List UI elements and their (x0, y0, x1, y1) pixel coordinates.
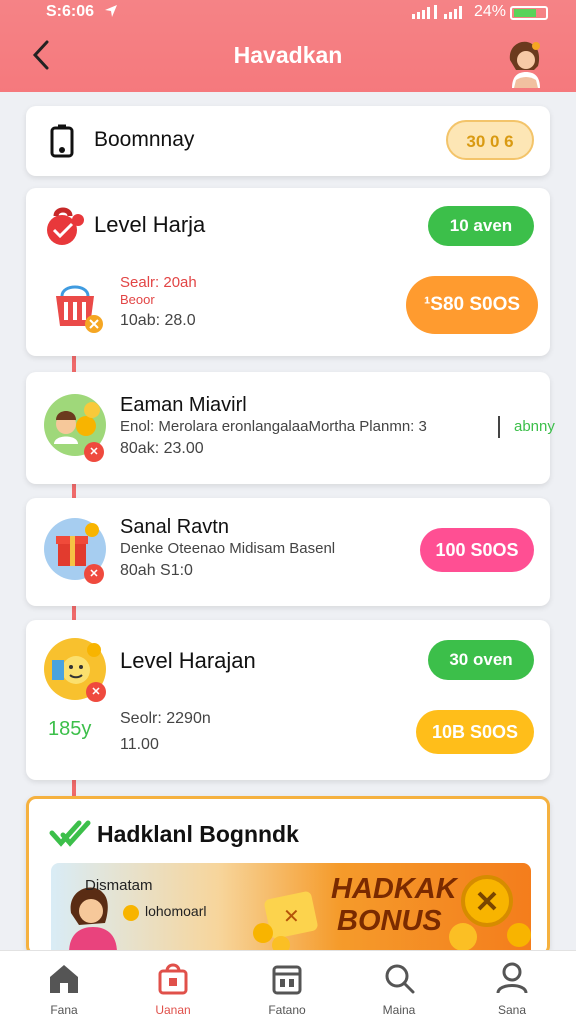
search-icon (385, 964, 415, 994)
task-title: Sanal Ravtn (120, 516, 229, 538)
nav-label: Sana (497, 1003, 527, 1017)
level-side-value: 185y (48, 718, 92, 740)
nav-item-home[interactable]: Fana (24, 961, 104, 1017)
level-title: Level Harja (94, 212, 206, 237)
level-badge: 10 aven (428, 206, 534, 246)
battery-percent: 24% (474, 3, 507, 20)
level-stat-value: 11.00 (120, 736, 159, 753)
task-stat: 80ah S1:0 (120, 562, 193, 579)
avatar[interactable] (504, 36, 548, 88)
bonus-card[interactable]: Hadklanl Bognndk Dismatam lohomoarl ✕ HA… (26, 796, 550, 956)
level-stat-sub: Beoor (120, 292, 155, 307)
level-title: Level Harajan (120, 648, 256, 673)
battery-icon (510, 6, 548, 20)
nav-label: Maina (382, 1003, 416, 1017)
phone-icon (48, 124, 78, 163)
status-time: S:6:06 (46, 3, 95, 20)
gift-icon (158, 963, 188, 995)
level-card[interactable]: ✕ Level Harajan 30 oven 185y Seolr: 2290… (26, 620, 550, 780)
level-stat-value: 10ab: 28.0 (120, 312, 196, 329)
balance-card[interactable]: Boomnnay 30 0 6 (26, 106, 550, 176)
nav-label: Fatano (268, 1003, 306, 1017)
balance-label: Boomnnay (94, 128, 195, 151)
banner-big-text: HADKAK (331, 873, 457, 905)
profile-icon (496, 962, 528, 994)
task-description: Enol: Merolara eronlangalaaMortha Planmn… (120, 418, 427, 435)
bonus-banner[interactable]: Dismatam lohomoarl ✕ HADKAK BONUS (51, 863, 531, 953)
nav-item-calendar[interactable]: Fatano (247, 961, 327, 1017)
nav-item-profile[interactable]: Sana (472, 961, 552, 1017)
task-action-button[interactable]: 100 S0OS (420, 528, 534, 572)
fire-badge-icon: ✕ (86, 682, 106, 702)
calendar-icon (272, 965, 302, 995)
banner-big-text: BONUS (337, 905, 442, 937)
bonus-title: Hadklanl Bognndk (97, 821, 299, 847)
bottom-nav: Fana Uanan Fatano Maina Sana (0, 950, 576, 1024)
fire-badge-icon: ✕ (84, 564, 104, 584)
level-action-button[interactable]: 10B S0OS (416, 710, 534, 754)
task-card[interactable]: ✕ Sanal Ravtn Denke Oteenao Midisam Base… (26, 498, 550, 606)
nav-item-search[interactable]: Maina (359, 961, 439, 1017)
kettlebell-icon (42, 206, 86, 251)
treasure-chest-icon: ✕ (251, 885, 331, 953)
double-check-icon (49, 819, 91, 854)
divider (498, 416, 500, 438)
level-card[interactable]: Level Harja 10 aven Sealr: 20ah Beoor 10… (26, 188, 550, 356)
nav-label: Uanan (155, 1003, 191, 1017)
level-badge: 30 oven (428, 640, 534, 680)
level-stat-label: Seolr: 2290n (120, 710, 211, 727)
nav-label: Fana (50, 1003, 78, 1017)
task-card[interactable]: ✕ Eaman Miavirl Enol: Merolara eronlanga… (26, 372, 555, 484)
task-stat: 80ak: 23.00 (120, 440, 204, 457)
fire-badge-icon: ✕ (84, 442, 104, 462)
banner-small-text: lohomoarl (145, 903, 207, 919)
page-title: Havadkan (233, 42, 343, 68)
location-arrow-icon (104, 4, 118, 23)
level-action-button[interactable]: ¹S80 S0OS (406, 276, 538, 334)
signal-icon (412, 5, 470, 24)
level-stat-red: Sealr: 20ah (120, 274, 197, 291)
task-title: Eaman Miavirl (120, 394, 247, 416)
svg-text:✕: ✕ (283, 904, 300, 928)
status-bar: S:6:06 24% (0, 0, 576, 26)
coin-icon (123, 905, 139, 921)
app-header: S:6:06 24% Havadkan (0, 0, 576, 92)
nav-item-rewards[interactable]: Uanan (133, 961, 213, 1017)
task-description: Denke Oteenao Midisam Basenl (120, 540, 336, 557)
shopping-basket-icon (52, 278, 106, 339)
banner-small-text: Dismatam (85, 877, 153, 894)
home-icon (50, 965, 78, 993)
coins-pile-icon (443, 865, 531, 953)
balance-amount-badge[interactable]: 30 0 6 (446, 120, 534, 160)
task-tag[interactable]: abnny (514, 418, 555, 435)
